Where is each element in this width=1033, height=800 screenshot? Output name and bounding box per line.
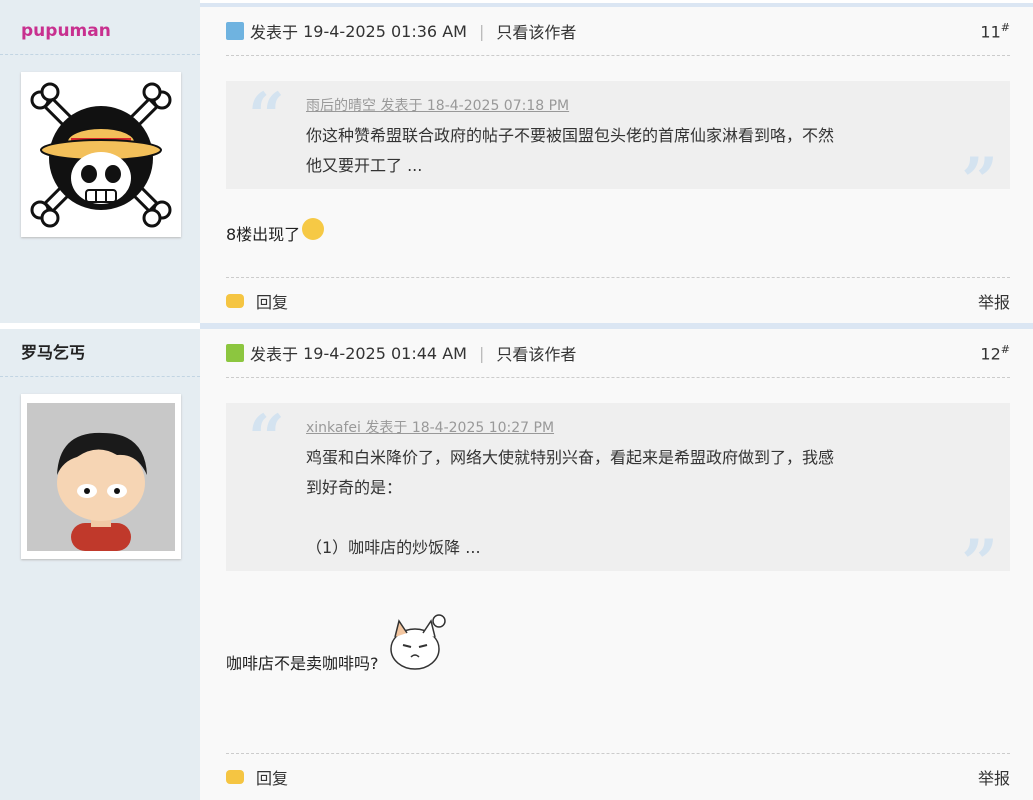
author-name[interactable]: pupuman	[0, 7, 200, 55]
quote-open-icon: “	[248, 401, 285, 476]
reply-text: 咖啡店不是卖咖啡吗?	[226, 654, 379, 673]
post-11: pupuman 发表于 19-4-2025 01:36 AM | 只看该作者 1…	[0, 7, 1033, 323]
author-panel: 罗马乞丐	[0, 329, 200, 800]
post-footer: 回复 举报	[226, 277, 1010, 324]
reply-body: 8楼出现了	[226, 189, 1010, 277]
report-button[interactable]: 举报	[978, 289, 1010, 313]
quote-source-link[interactable]: xinkafei 发表于 18-4-2025 10:27 PM	[306, 417, 920, 437]
report-button[interactable]: 举报	[978, 765, 1010, 789]
floor-number[interactable]: 11#	[980, 21, 1010, 41]
reply-icon[interactable]	[226, 770, 244, 784]
quote-open-icon: “	[248, 79, 285, 154]
quote-block: “ 雨后的晴空 发表于 18-4-2025 07:18 PM 你这种赞希盟联合政…	[226, 79, 1010, 219]
post-header: 发表于 19-4-2025 01:44 AM | 只看该作者 12#	[226, 329, 1010, 378]
quote-source-link[interactable]: 雨后的晴空 发表于 18-4-2025 07:18 PM	[306, 95, 920, 115]
post-datetime: 19-4-2025 01:44 AM	[303, 343, 467, 363]
post-content: 发表于 19-4-2025 01:44 AM | 只看该作者 12# “ xin…	[200, 329, 1033, 800]
reply-text: 8楼出现了	[226, 225, 301, 244]
only-author-link[interactable]: 只看该作者	[496, 341, 576, 365]
author-name[interactable]: 罗马乞丐	[0, 329, 200, 377]
quote-text: 你这种赞希盟联合政府的帖子不要被国盟包头佬的首席仙家淋看到咯，不然 他又要开工了…	[306, 126, 835, 175]
post-status-icon	[226, 22, 244, 40]
quote-text: 鸡蛋和白米降价了，网络大使就特别兴奋，看起来是希盟政府做到了，我感 到好奇的是：…	[306, 448, 835, 557]
quote-close-icon: ”	[961, 144, 998, 219]
avatar[interactable]	[21, 72, 181, 237]
quote-close-icon: ”	[961, 526, 998, 601]
floor-number[interactable]: 12#	[980, 343, 1010, 363]
jolly-roger-avatar-icon	[30, 82, 172, 227]
reply-icon[interactable]	[226, 294, 244, 308]
posted-label: 发表于	[250, 23, 299, 42]
cartoon-boy-avatar-icon	[27, 402, 175, 551]
reply-button[interactable]: 回复	[256, 765, 288, 789]
avatar[interactable]	[21, 394, 181, 559]
post-datetime: 19-4-2025 01:36 AM	[303, 21, 467, 41]
separator: |	[478, 21, 485, 41]
top-bar	[0, 0, 1033, 7]
posted-label: 发表于	[250, 345, 299, 364]
post-footer: 回复 举报	[226, 753, 1010, 800]
only-author-link[interactable]: 只看该作者	[496, 19, 576, 43]
post-header: 发表于 19-4-2025 01:36 AM | 只看该作者 11#	[226, 7, 1010, 56]
post-12: 罗马乞丐 发表于 19-4-2025 01:44 AM | 只看该作者 12#	[0, 329, 1033, 800]
reply-button[interactable]: 回复	[256, 289, 288, 313]
cat-sticker-icon	[389, 614, 446, 670]
emoji-icon	[302, 218, 325, 240]
quote-block: “ xinkafei 发表于 18-4-2025 10:27 PM 鸡蛋和白米降…	[226, 401, 1010, 601]
separator: |	[478, 343, 485, 363]
reply-body: 咖啡店不是卖咖啡吗?	[226, 571, 1010, 753]
post-status-icon	[226, 344, 244, 362]
author-panel: pupuman	[0, 7, 200, 323]
post-content: 发表于 19-4-2025 01:36 AM | 只看该作者 11# “ 雨后的…	[200, 7, 1033, 323]
